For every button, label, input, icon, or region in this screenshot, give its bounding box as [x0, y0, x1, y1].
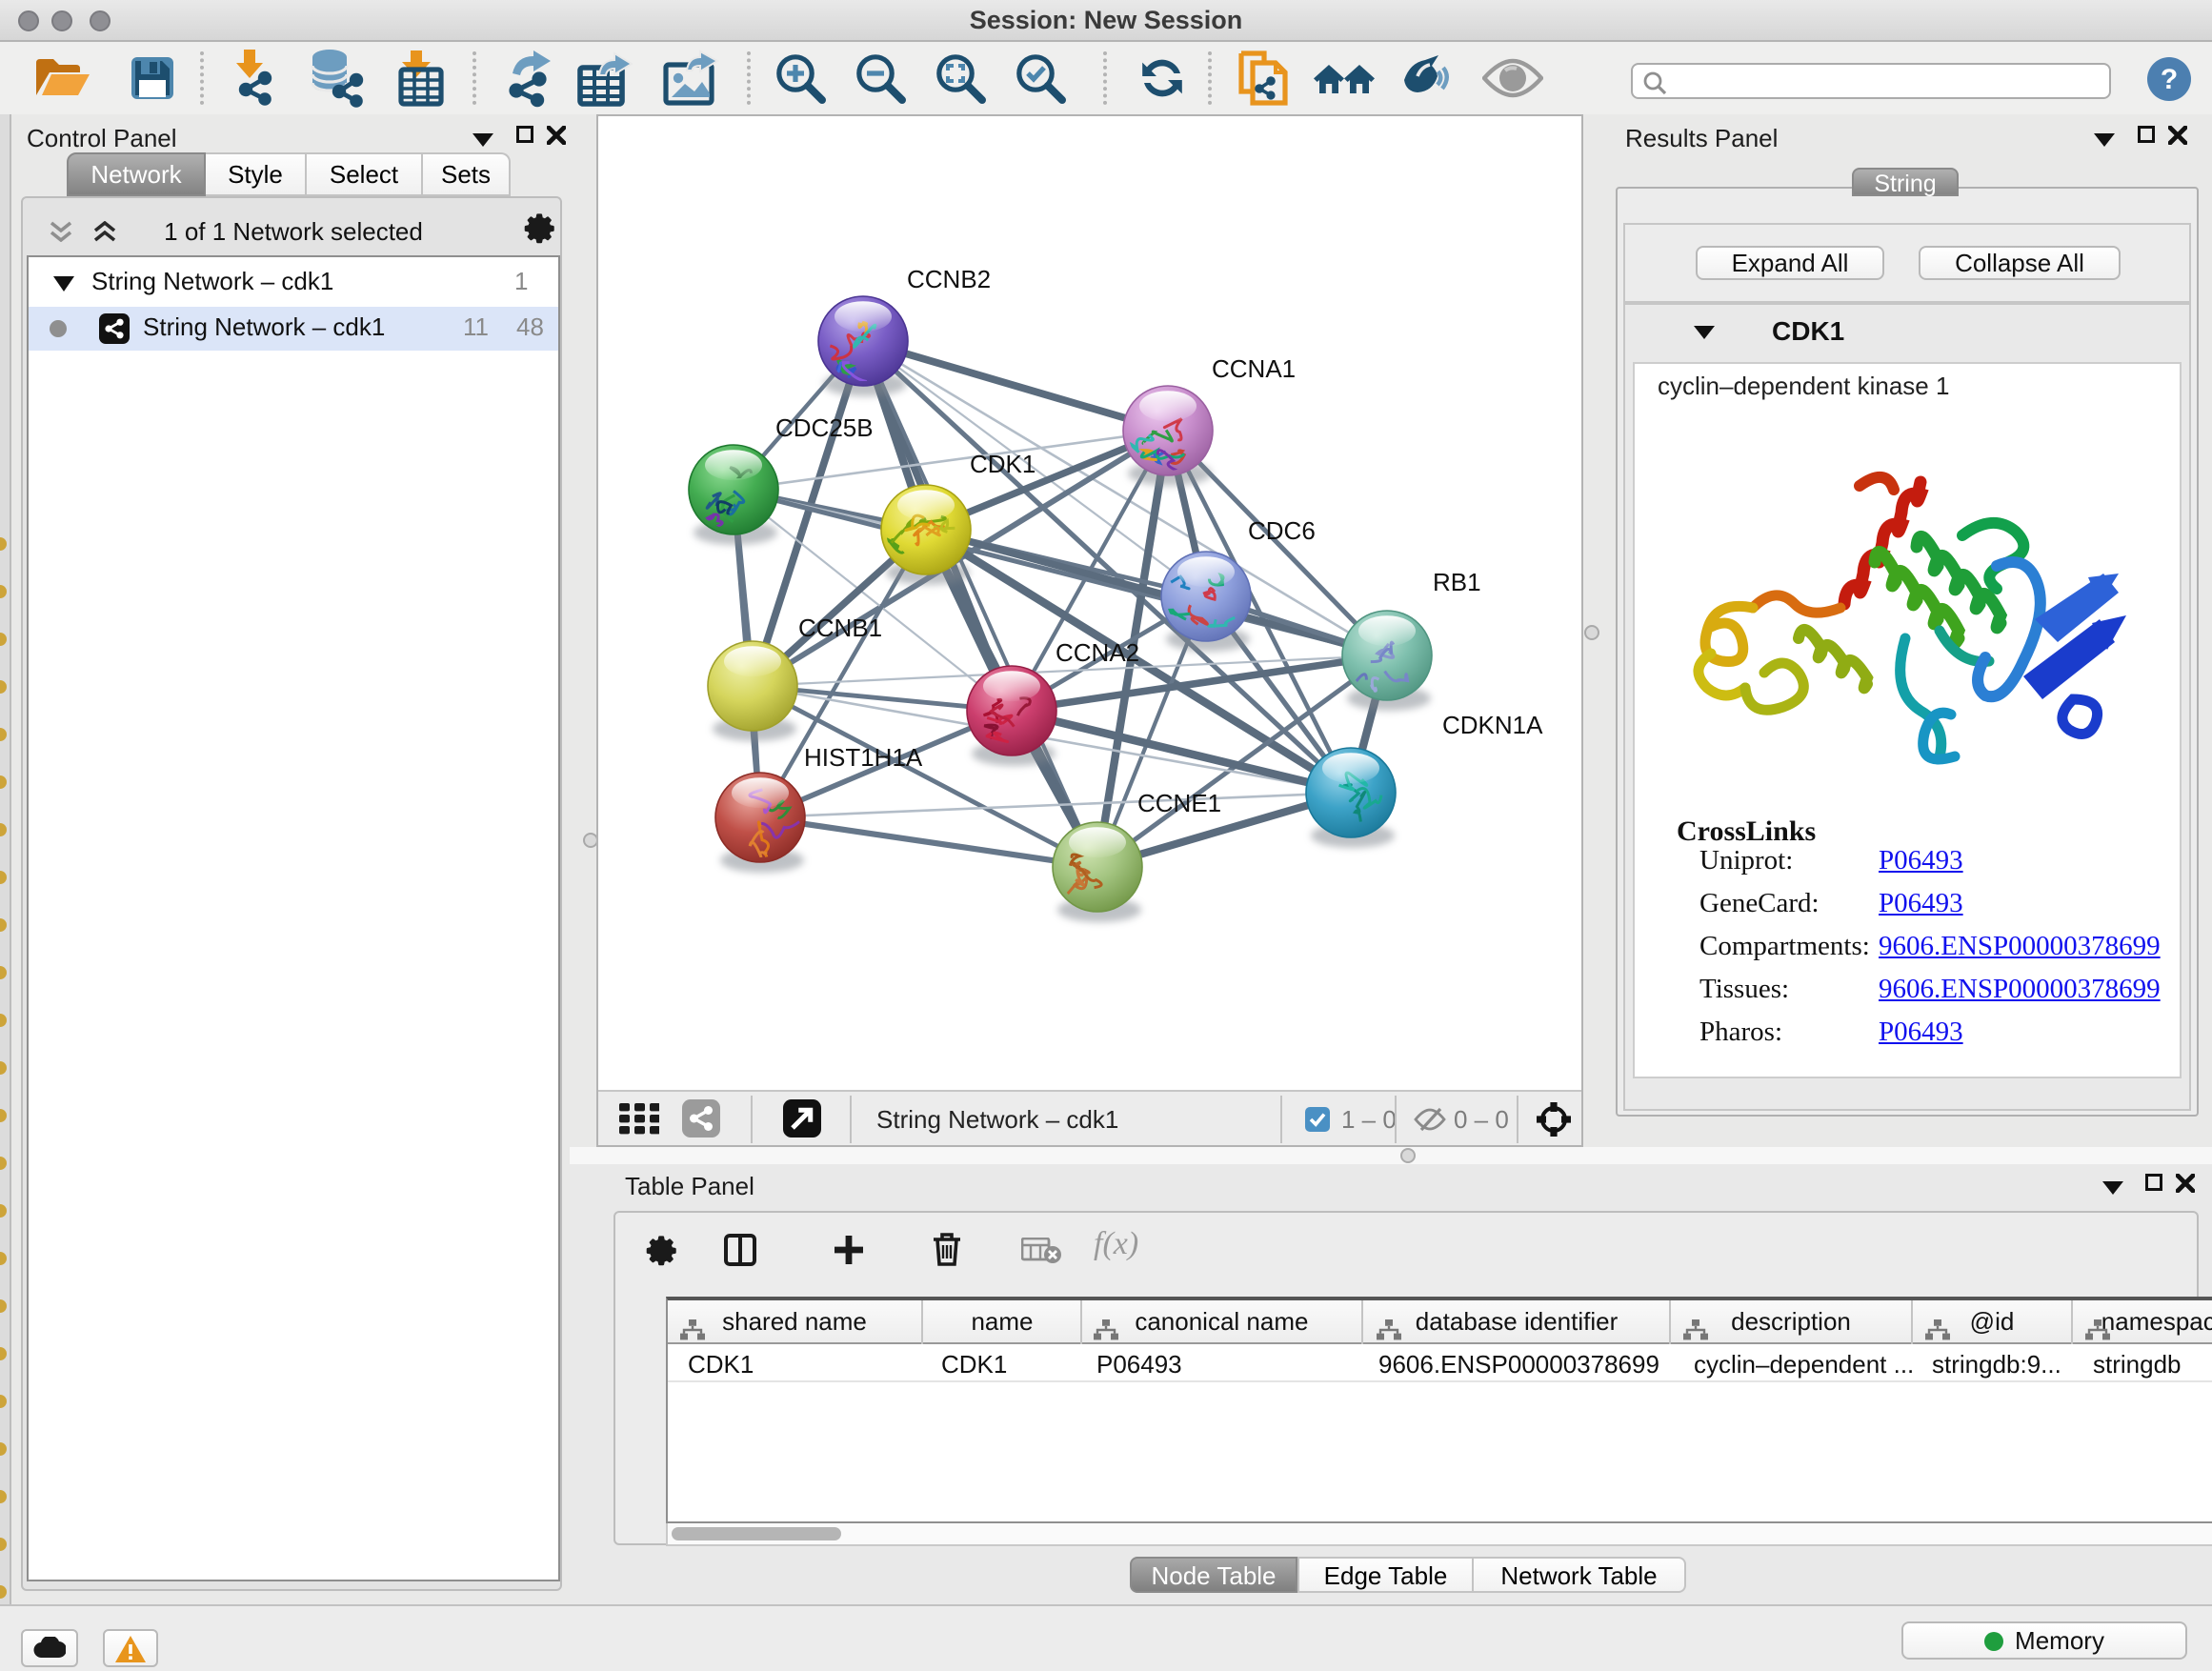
svg-text:CDK1: CDK1: [970, 450, 1036, 478]
svg-text:CCNA2: CCNA2: [1056, 638, 1139, 667]
svg-text:CCNB1: CCNB1: [798, 614, 882, 642]
svg-text:CCNB2: CCNB2: [907, 265, 991, 293]
svg-text:CDC6: CDC6: [1248, 516, 1316, 545]
svg-text:CDC25B: CDC25B: [775, 413, 874, 442]
svg-text:?: ?: [2161, 64, 2178, 95]
svg-text:CDKN1A: CDKN1A: [1442, 711, 1543, 739]
svg-text:CCNE1: CCNE1: [1137, 789, 1221, 817]
svg-text:HIST1H1A: HIST1H1A: [804, 743, 923, 772]
svg-text:CCNA1: CCNA1: [1212, 354, 1296, 383]
svg-text:RB1: RB1: [1433, 568, 1481, 596]
